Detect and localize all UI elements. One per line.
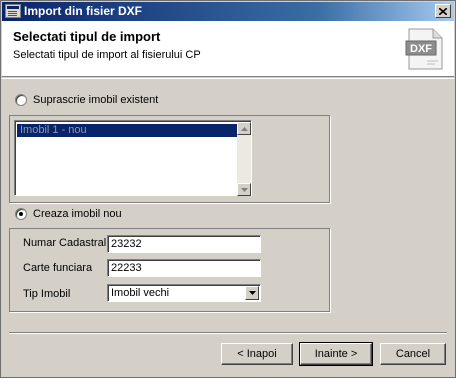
existing-property-list[interactable]: Imobil 1 - nou <box>14 120 252 196</box>
back-button[interactable]: < Inapoi <box>221 343 293 365</box>
radio-create-label: Creaza imobil nou <box>33 208 122 220</box>
title-bar[interactable]: Import din fisier DXF <box>2 2 454 21</box>
arrow-up-icon <box>240 126 248 131</box>
radio-overwrite-existing[interactable]: Suprascrie imobil existent <box>15 94 158 106</box>
carte-funciara-input[interactable]: 22233 <box>107 259 261 277</box>
scroll-up-button[interactable] <box>237 122 251 135</box>
chevron-down-icon <box>248 291 256 295</box>
close-button[interactable] <box>435 4 451 18</box>
arrow-down-icon <box>240 187 248 192</box>
carte-funciara-label: Carte funciara <box>23 262 93 274</box>
header-subtitle: Selectati tipul de import al fisierului … <box>13 49 201 61</box>
window-title: Import din fisier DXF <box>24 4 143 18</box>
close-icon <box>439 7 447 15</box>
svg-text:DXF: DXF <box>410 43 432 55</box>
numar-cadastral-label: Numar Cadastral <box>23 237 107 249</box>
dxf-file-icon: DXF <box>405 28 443 70</box>
radio-button-checked[interactable] <box>15 208 27 220</box>
scroll-down-button[interactable] <box>237 183 251 196</box>
tip-imobil-label: Tip Imobil <box>23 288 71 300</box>
radio-create-new[interactable]: Creaza imobil nou <box>15 208 122 220</box>
radio-overwrite-label: Suprascrie imobil existent <box>33 94 159 106</box>
cancel-button[interactable]: Cancel <box>380 343 446 365</box>
wizard-header: Selectati tipul de import Selectati tipu… <box>2 21 454 77</box>
footer-separator <box>9 332 447 334</box>
dropdown-button[interactable] <box>245 286 259 300</box>
next-button[interactable]: Inainte > <box>299 342 373 366</box>
dialog-window: Import din fisier DXF Selectati tipul de… <box>0 0 456 378</box>
vertical-scrollbar[interactable] <box>237 122 251 196</box>
app-icon <box>5 4 21 18</box>
tip-imobil-select[interactable]: Imobil vechi <box>107 284 261 302</box>
tip-imobil-value: Imobil vechi <box>111 287 170 299</box>
numar-cadastral-input[interactable]: 23232 <box>107 235 261 253</box>
header-title: Selectati tipul de import <box>13 29 161 44</box>
list-item[interactable]: Imobil 1 - nou <box>17 124 237 137</box>
radio-button[interactable] <box>15 94 27 106</box>
